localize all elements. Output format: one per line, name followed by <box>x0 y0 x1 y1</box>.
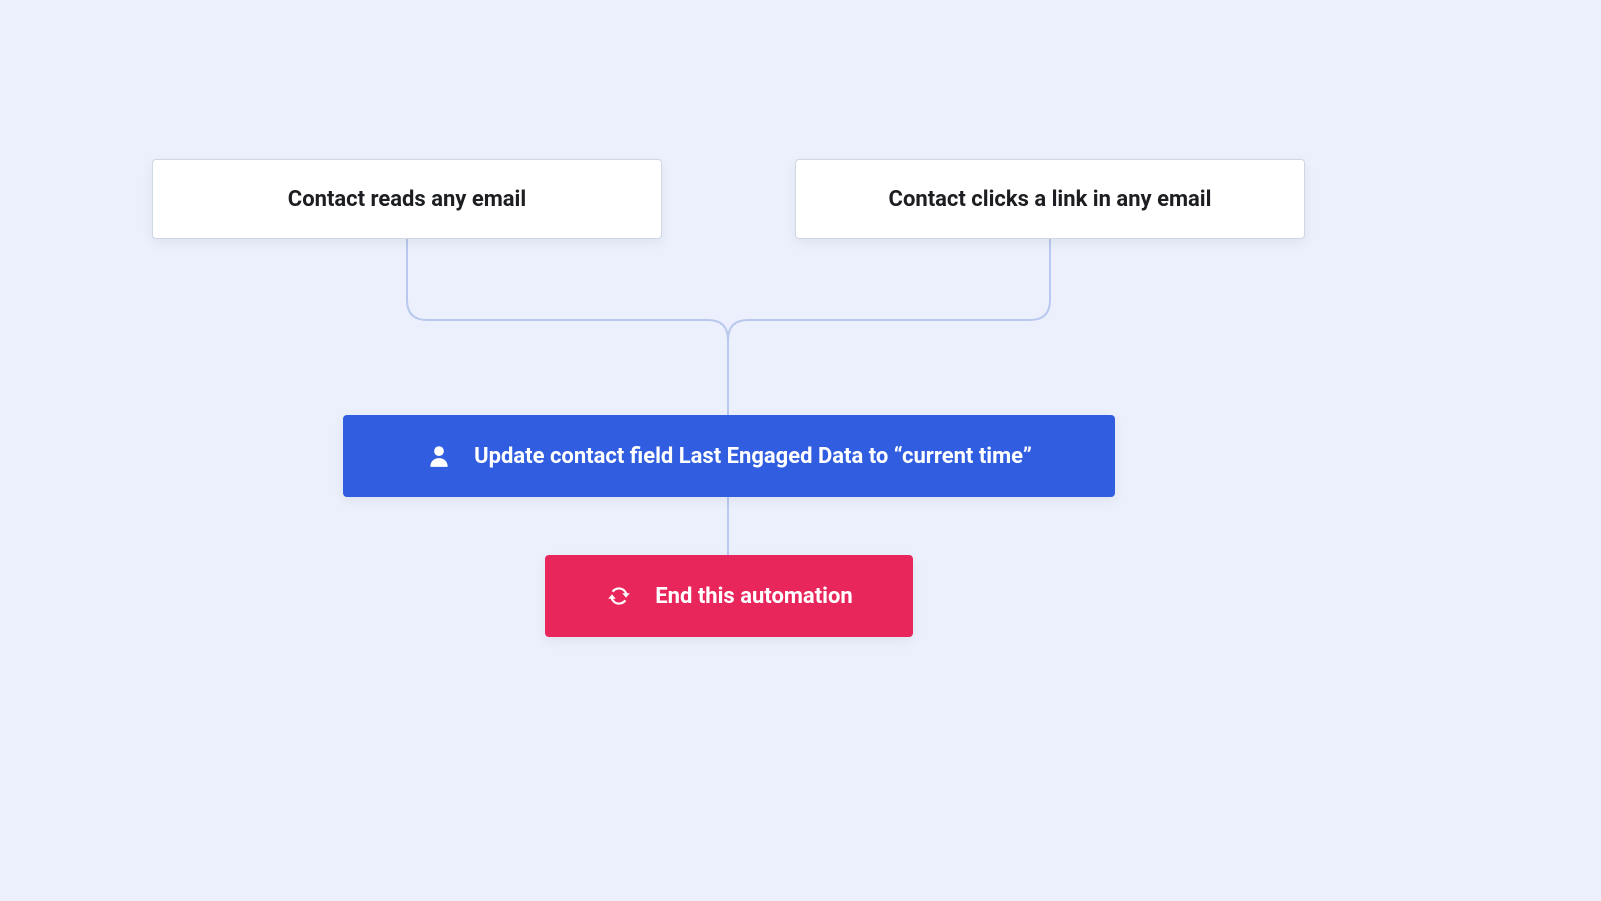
action-label: Update contact field Last Engaged Data t… <box>474 444 1032 469</box>
action-update-contact[interactable]: Update contact field Last Engaged Data t… <box>343 415 1115 497</box>
trigger-clicks-link[interactable]: Contact clicks a link in any email <box>795 159 1305 239</box>
trigger-reads-email[interactable]: Contact reads any email <box>152 159 662 239</box>
action-end-automation[interactable]: End this automation <box>545 555 913 637</box>
trigger-label: Contact reads any email <box>288 187 526 212</box>
trigger-label: Contact clicks a link in any email <box>889 187 1212 212</box>
automation-diagram: Contact reads any email Contact clicks a… <box>0 0 1601 901</box>
person-icon <box>426 442 452 470</box>
action-label: End this automation <box>655 584 852 609</box>
refresh-icon <box>605 583 633 609</box>
